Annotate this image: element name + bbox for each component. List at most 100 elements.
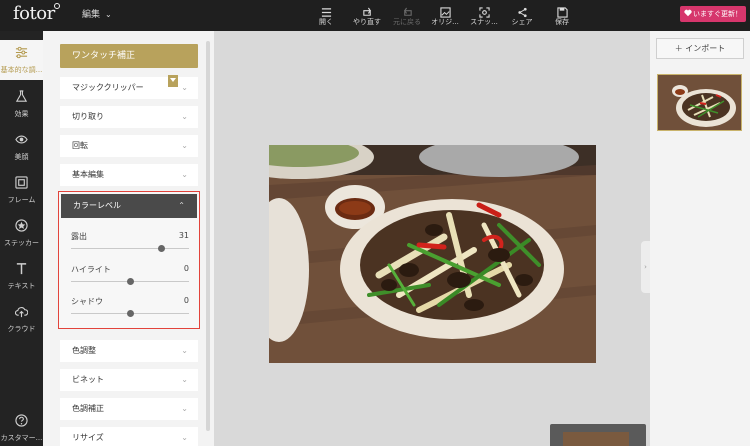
accordion-label: 色調整 bbox=[72, 346, 96, 355]
undo-icon bbox=[390, 3, 424, 17]
rail-label: 基本的な調... bbox=[0, 66, 43, 74]
panel-scrollbar[interactable] bbox=[206, 41, 210, 431]
logo-text: fotor bbox=[13, 3, 55, 24]
accordion-rotate[interactable]: 回転 ⌄ bbox=[60, 135, 198, 157]
chevron-down-icon: ⌄ bbox=[181, 346, 188, 355]
food-photo-image bbox=[269, 145, 596, 363]
share-icon bbox=[505, 3, 539, 18]
snapshot-label: スナッ... bbox=[470, 18, 498, 26]
color-level-title: カラーレベル bbox=[73, 201, 121, 210]
exposure-value: 31 bbox=[178, 231, 189, 240]
undo-button[interactable]: 元に戻る bbox=[390, 3, 424, 29]
share-label: シェア bbox=[511, 18, 533, 26]
text-icon bbox=[16, 263, 27, 275]
rail-label: ステッカー bbox=[4, 239, 39, 247]
flask-icon bbox=[15, 90, 28, 102]
original-button[interactable]: オリジ... bbox=[428, 3, 462, 29]
fotor-logo[interactable]: fotor bbox=[13, 3, 55, 24]
right-panel-collapse-handle[interactable]: › bbox=[641, 241, 650, 293]
menu-icon bbox=[309, 3, 343, 17]
chevron-down-icon: ⌄ bbox=[105, 10, 112, 19]
exposure-slider-handle[interactable] bbox=[157, 245, 165, 252]
rail-item-cloud[interactable]: クラウド bbox=[0, 299, 43, 339]
cloud-icon bbox=[14, 307, 29, 318]
navigator-thumbnail[interactable] bbox=[550, 424, 646, 446]
highlight-value: 0 bbox=[183, 264, 189, 273]
one-tap-label: ワンタッチ補正 bbox=[72, 51, 136, 61]
frame-icon bbox=[15, 176, 28, 189]
chevron-down-icon: ⌄ bbox=[181, 112, 188, 121]
accordion-label: 切り取り bbox=[72, 112, 104, 121]
shadow-value: 0 bbox=[183, 296, 189, 305]
rail-label: 美顔 bbox=[14, 153, 29, 161]
imported-image-thumbnail[interactable] bbox=[657, 74, 742, 131]
chevron-down-icon: ⌄ bbox=[181, 83, 188, 92]
accordion-label: 回転 bbox=[72, 141, 88, 150]
import-button[interactable]: ＋ インポート bbox=[656, 38, 744, 59]
rail-label: クラウド bbox=[7, 325, 36, 333]
rail-label: フレーム bbox=[7, 196, 36, 204]
chevron-down-icon: ⌄ bbox=[181, 433, 188, 442]
accordion-label: ビネット bbox=[72, 375, 104, 384]
accordion-crop[interactable]: 切り取り ⌄ bbox=[60, 106, 198, 128]
chevron-right-icon: › bbox=[644, 263, 647, 271]
help-icon bbox=[15, 414, 28, 427]
adjust-panel: ワンタッチ補正 マジッククリッパー ⌄ 切り取り ⌄ 回転 ⌄ 基本編集 ⌄ カ… bbox=[43, 31, 214, 446]
undo-label: 元に戻る bbox=[393, 18, 421, 26]
color-level-section: カラーレベル ⌃ 露出 31 ハイライト 0 シャドウ 0 bbox=[58, 191, 200, 329]
redo-icon bbox=[350, 3, 384, 17]
left-tool-rail: 基本的な調... 効果 美顔 フレーム ステッカー テキスト クラウド カスタマ… bbox=[0, 31, 43, 446]
open-button[interactable]: 開く bbox=[309, 3, 343, 29]
save-icon bbox=[545, 3, 579, 18]
edit-menu[interactable]: 編集 ⌄ bbox=[82, 7, 112, 20]
accordion-resize[interactable]: リサイズ ⌄ bbox=[60, 427, 198, 446]
upgrade-label: いますぐ更新！ bbox=[693, 10, 742, 18]
rail-label: 効果 bbox=[14, 110, 29, 118]
save-button[interactable]: 保存 bbox=[545, 3, 579, 29]
color-level-header[interactable]: カラーレベル ⌃ bbox=[61, 194, 197, 218]
plus-icon: ＋ bbox=[674, 44, 683, 53]
accordion-label: リサイズ bbox=[72, 433, 104, 442]
thumbnail-image bbox=[658, 75, 741, 130]
rail-item-sticker[interactable]: ステッカー bbox=[0, 213, 43, 253]
rail-item-frame[interactable]: フレーム bbox=[0, 170, 43, 210]
rail-item-support[interactable]: カスタマー... bbox=[0, 408, 43, 446]
chevron-up-icon: ⌃ bbox=[178, 201, 185, 210]
accordion-basic-edit[interactable]: 基本編集 ⌄ bbox=[60, 164, 198, 186]
sliders-icon bbox=[15, 46, 28, 59]
premium-badge-icon bbox=[168, 75, 178, 87]
rail-item-beauty[interactable]: 美顔 bbox=[0, 127, 43, 167]
rail-label: カスタマー... bbox=[0, 434, 43, 442]
share-button[interactable]: シェア bbox=[505, 3, 539, 29]
save-label: 保存 bbox=[555, 18, 569, 26]
highlight-label: ハイライト bbox=[71, 265, 111, 274]
rail-item-text[interactable]: テキスト bbox=[0, 256, 43, 296]
exposure-slider-track[interactable] bbox=[71, 248, 189, 249]
accordion-label: マジッククリッパー bbox=[72, 83, 144, 92]
accordion-label: 色調補正 bbox=[72, 404, 104, 413]
snapshot-icon bbox=[467, 3, 501, 18]
chevron-down-icon: ⌄ bbox=[181, 404, 188, 413]
top-bar: fotor 編集 ⌄ 開く やり直す 元に戻る オリジ... スナッ... シェア bbox=[0, 0, 750, 31]
redo-button[interactable]: やり直す bbox=[350, 3, 384, 29]
edit-menu-label: 編集 bbox=[82, 10, 101, 20]
accordion-magic-clipper[interactable]: マジッククリッパー ⌄ bbox=[60, 75, 198, 99]
registered-mark-icon bbox=[54, 3, 60, 9]
rail-item-basic-adjust[interactable]: 基本的な調... bbox=[0, 40, 43, 80]
accordion-vignette[interactable]: ビネット ⌄ bbox=[60, 369, 198, 391]
shadow-slider-handle[interactable] bbox=[127, 310, 134, 317]
open-label: 開く bbox=[319, 18, 333, 26]
upgrade-button[interactable]: いますぐ更新！ bbox=[680, 6, 746, 22]
accordion-color-tone[interactable]: 色調整 ⌄ bbox=[60, 340, 198, 362]
navigator-preview bbox=[563, 432, 629, 446]
snapshot-button[interactable]: スナッ... bbox=[467, 3, 501, 29]
accordion-color-correction[interactable]: 色調補正 ⌄ bbox=[60, 398, 198, 420]
rail-item-effects[interactable]: 効果 bbox=[0, 84, 43, 124]
fotor-editor: fotor 編集 ⌄ 開く やり直す 元に戻る オリジ... スナッ... シェア bbox=[0, 0, 750, 446]
chevron-down-icon: ⌄ bbox=[181, 170, 188, 179]
highlight-slider-handle[interactable] bbox=[127, 278, 134, 285]
one-tap-enhance-button[interactable]: ワンタッチ補正 bbox=[60, 44, 198, 68]
editing-canvas: › bbox=[214, 31, 650, 446]
food-photo[interactable] bbox=[269, 145, 596, 363]
import-panel: ＋ インポート bbox=[650, 31, 750, 446]
